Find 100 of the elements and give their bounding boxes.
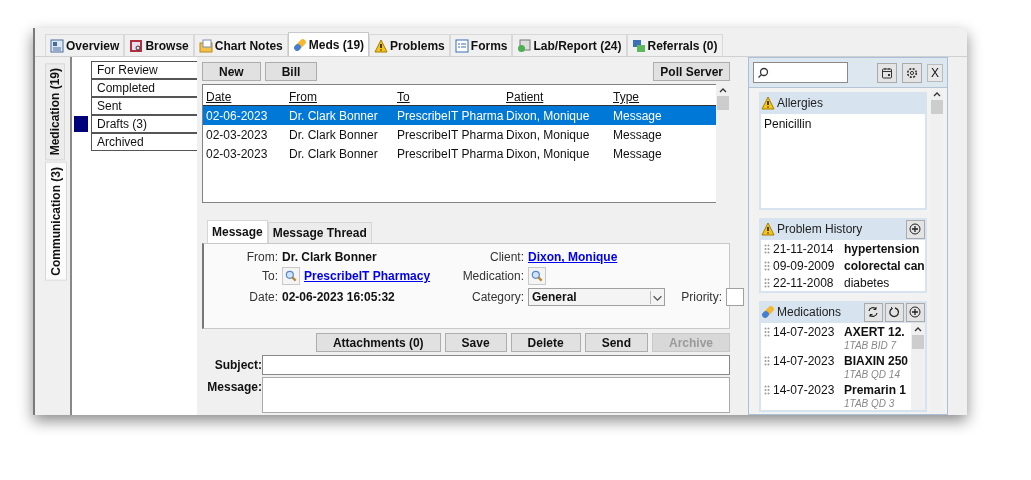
side-tab[interactable]: Medication (19): [45, 63, 65, 161]
column-header[interactable]: Date: [206, 90, 289, 104]
add-icon[interactable]: [905, 219, 925, 239]
drag-handle-icon[interactable]: [764, 260, 770, 271]
calendar-icon[interactable]: [877, 62, 897, 83]
chevron-up-icon[interactable]: [719, 87, 727, 93]
problem-name: colorectal can: [844, 258, 925, 273]
side-tab[interactable]: Communication (3): [45, 162, 67, 282]
tab[interactable]: Browse: [124, 34, 194, 56]
category-dropdown[interactable]: General: [528, 288, 665, 307]
field-label: Client:: [489, 250, 525, 265]
poll-server-button[interactable]: Poll Server: [653, 62, 730, 81]
toolbar-button[interactable]: New: [202, 62, 261, 81]
table-cell-text: Message: [613, 108, 663, 123]
search-icon[interactable]: [528, 267, 546, 286]
pill-icon: [292, 37, 307, 52]
table-cell-text: PrescribeIT Pharma: [397, 127, 505, 142]
table-row[interactable]: 02-06-2023 Dr. Clark Bonner PrescribeIT Pharma Dixon, Monique Message: [203, 106, 716, 125]
search-icon[interactable]: [282, 267, 300, 286]
medication-name: Premarin 1: [844, 382, 907, 397]
tab[interactable]: Problems: [369, 34, 450, 56]
problem-date: 09-09-2009: [773, 258, 836, 273]
problem-date: 21-11-2014: [773, 241, 835, 256]
action-button[interactable]: Delete: [510, 333, 581, 352]
medication-name: AXERT 12.: [844, 324, 905, 339]
action-button[interactable]: Send: [584, 333, 648, 352]
folder-item[interactable]: Drafts (3): [91, 115, 197, 133]
tab[interactable]: Chart Notes: [193, 34, 288, 56]
table-cell-text: Dr. Clark Bonner: [289, 108, 379, 123]
table-cell-text: Dixon, Monique: [506, 108, 591, 123]
client-link[interactable]: Dixon, Monique: [528, 250, 618, 265]
column-header[interactable]: Patient: [506, 90, 613, 104]
table-cell-text: Dr. Clark Bonner: [289, 146, 379, 161]
medication-date: 14-07-2023: [773, 382, 836, 397]
drag-handle-icon[interactable]: [764, 277, 770, 288]
chevron-up-icon[interactable]: [932, 91, 941, 97]
folder-icon: [198, 38, 213, 53]
chat-icon: [631, 38, 646, 53]
scrollbar-thumb[interactable]: [717, 96, 729, 110]
medication-dosage: 1TAB BID 7: [843, 340, 898, 352]
priority-field[interactable]: [726, 288, 744, 307]
scrollbar-thumb[interactable]: [911, 335, 924, 349]
table-cell-text: Message: [613, 127, 663, 142]
medication-dosage: 1TAB QD 14: [843, 369, 901, 381]
folder-item[interactable]: Sent: [91, 97, 197, 115]
field-label: From:: [245, 250, 279, 265]
warning-icon: [374, 38, 389, 53]
tab[interactable]: Lab/Report (24): [512, 34, 627, 56]
field-label: Message:: [206, 379, 262, 394]
message-field[interactable]: [262, 377, 730, 413]
search-field[interactable]: [753, 62, 848, 83]
action-button[interactable]: Save: [444, 333, 507, 352]
toolbar-button[interactable]: Bill: [264, 62, 318, 81]
drag-handle-icon[interactable]: [764, 243, 770, 254]
table-cell-text: Message: [613, 146, 663, 161]
tab[interactable]: Overview: [45, 34, 125, 56]
medication-name: BIAXIN 250: [844, 353, 909, 368]
folder-item[interactable]: Completed: [91, 79, 197, 97]
tab[interactable]: Referrals (0): [626, 34, 723, 56]
field-label: Priority:: [680, 290, 723, 305]
problem-name: hypertension: [844, 241, 920, 256]
folder-item[interactable]: For Review: [91, 61, 197, 79]
table-cell-text: 02-06-2023: [206, 108, 269, 123]
tab[interactable]: Message: [207, 220, 268, 244]
medication-date: 14-07-2023: [773, 353, 836, 368]
tab[interactable]: Message Thread: [267, 222, 372, 244]
table-cell-text: Dr. Clark Bonner: [289, 127, 379, 142]
sync-icon[interactable]: [863, 302, 883, 322]
table-cell-text: PrescribeIT Pharma: [397, 108, 505, 123]
drag-handle-icon[interactable]: [764, 384, 770, 395]
tab[interactable]: Meds (19): [287, 32, 370, 56]
recipient-link[interactable]: PrescribeIT Pharmacy: [304, 269, 431, 284]
add-icon[interactable]: [905, 302, 925, 322]
column-header[interactable]: To: [397, 90, 506, 104]
refresh-icon[interactable]: [884, 302, 904, 322]
scrollbar[interactable]: [910, 323, 925, 410]
close-button[interactable]: X: [927, 63, 943, 82]
drag-handle-icon[interactable]: [764, 355, 770, 366]
action-button[interactable]: Attachments (0): [315, 333, 441, 352]
field-label: To:: [261, 269, 279, 284]
subject-field[interactable]: [262, 355, 730, 375]
folder-item[interactable]: Archived: [91, 133, 197, 151]
settings-icon[interactable]: [902, 62, 922, 83]
section-title: Allergies: [777, 96, 824, 110]
field-value: 02-06-2023 16:05:32: [282, 290, 396, 305]
column-header[interactable]: From: [289, 90, 397, 104]
search-icon: [757, 66, 769, 79]
problem-date: 22-11-2008: [773, 275, 835, 290]
medication-dosage: 1TAB QD 3: [843, 398, 896, 410]
table-row[interactable]: 02-03-2023 Dr. Clark Bonner PrescribeIT Pharma Dixon, Monique Message: [203, 125, 716, 144]
section-title: Medications: [777, 305, 842, 319]
tab[interactable]: Forms: [449, 34, 513, 56]
warning-icon: [761, 96, 775, 110]
scrollbar-thumb[interactable]: [930, 100, 943, 114]
chevron-down-icon[interactable]: [650, 290, 664, 304]
column-header[interactable]: Type: [613, 90, 673, 104]
table-row[interactable]: 02-03-2023 Dr. Clark Bonner PrescribeIT Pharma Dixon, Monique Message: [203, 144, 716, 163]
chevron-up-icon[interactable]: [913, 326, 922, 332]
drag-handle-icon[interactable]: [764, 326, 770, 337]
field-label: Subject:: [213, 357, 262, 372]
